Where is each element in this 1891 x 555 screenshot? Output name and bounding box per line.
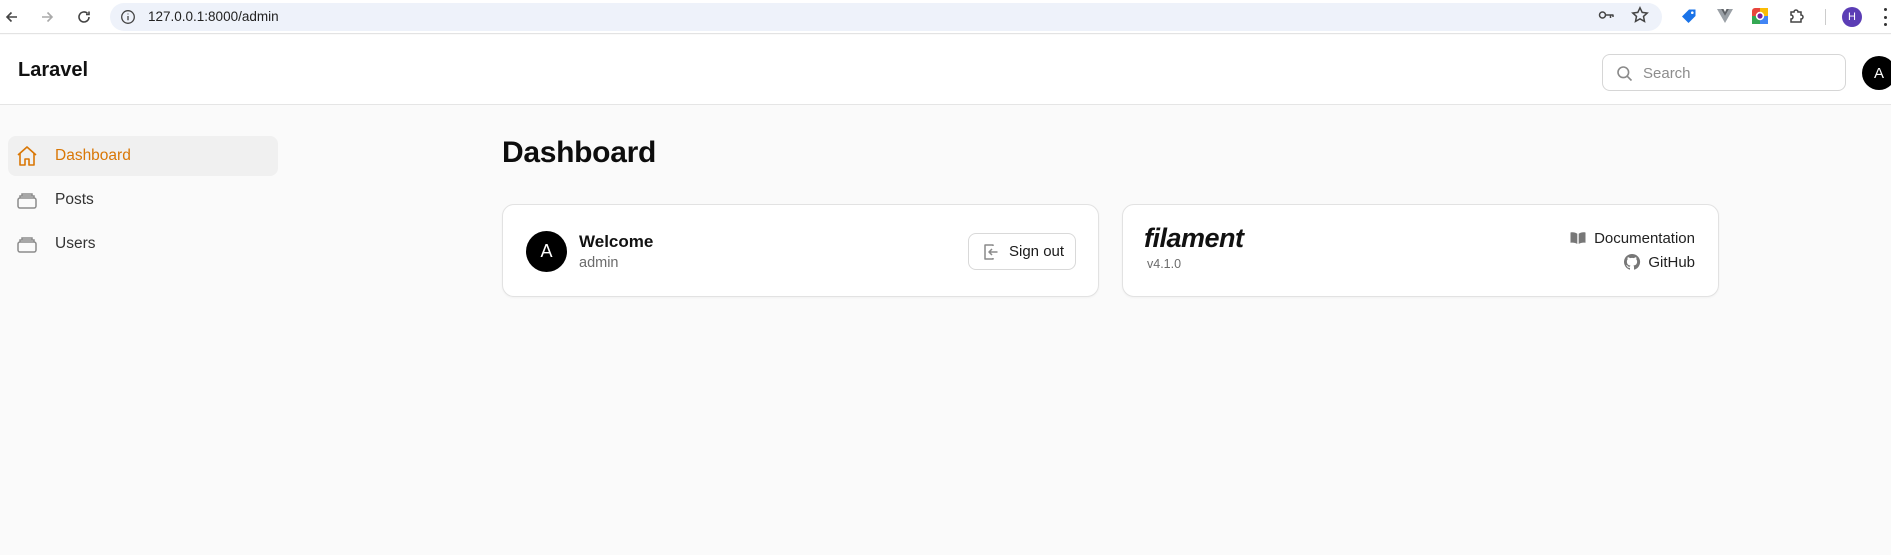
collection-icon xyxy=(17,237,37,253)
sign-out-button[interactable]: Sign out xyxy=(968,233,1076,270)
sidebar-item-posts[interactable]: Posts xyxy=(8,180,278,220)
welcome-title: Welcome xyxy=(579,232,654,251)
sign-out-icon xyxy=(984,243,998,260)
toolbar-divider xyxy=(1825,9,1826,25)
back-button[interactable] xyxy=(0,5,24,29)
documentation-link[interactable]: Documentation xyxy=(1569,229,1695,247)
back-arrow-icon xyxy=(5,11,17,23)
sidebar-item-label: Users xyxy=(55,235,96,252)
search-input[interactable] xyxy=(1643,63,1833,83)
extension-tag-icon[interactable] xyxy=(1680,7,1698,25)
address-bar[interactable]: 127.0.0.1:8000/admin xyxy=(110,3,1662,31)
browser-profile-avatar[interactable]: H xyxy=(1842,7,1862,27)
browser-toolbar: 127.0.0.1:8000/admin H xyxy=(0,0,1891,34)
extension-color-icon[interactable] xyxy=(1751,7,1769,25)
extension-vue-icon[interactable] xyxy=(1716,7,1734,25)
sidebar-item-label: Posts xyxy=(55,191,94,208)
github-link[interactable]: GitHub xyxy=(1623,253,1695,271)
filament-logo[interactable]: filament xyxy=(1144,223,1244,254)
app-topbar: Laravel A xyxy=(0,35,1891,105)
global-search[interactable] xyxy=(1602,54,1846,91)
page-title: Dashboard xyxy=(502,136,656,169)
extensions-puzzle-icon[interactable] xyxy=(1788,7,1806,25)
welcome-username: admin xyxy=(579,255,619,271)
github-label: GitHub xyxy=(1648,253,1695,271)
sidebar-item-dashboard[interactable]: Dashboard xyxy=(8,136,278,176)
collection-icon xyxy=(17,193,37,209)
github-icon xyxy=(1624,253,1641,270)
reload-icon xyxy=(78,11,90,23)
welcome-widget: A Welcome admin Sign out xyxy=(502,204,1099,297)
site-info-icon[interactable] xyxy=(120,9,136,25)
user-menu-avatar[interactable]: A xyxy=(1862,56,1891,90)
reload-button[interactable] xyxy=(72,5,96,29)
sidebar-item-users[interactable]: Users xyxy=(8,224,278,264)
brand-logo[interactable]: Laravel xyxy=(18,59,88,82)
home-icon xyxy=(17,146,37,166)
search-icon xyxy=(1617,66,1633,82)
forward-button[interactable] xyxy=(35,5,59,29)
filament-info-widget: filament v4.1.0 Documentation GitHub xyxy=(1122,204,1719,297)
password-key-icon[interactable] xyxy=(1597,6,1615,24)
avatar: A xyxy=(526,231,567,272)
documentation-label: Documentation xyxy=(1594,229,1695,247)
filament-version: v4.1.0 xyxy=(1147,257,1182,271)
forward-arrow-icon xyxy=(42,11,54,23)
sign-out-label: Sign out xyxy=(1009,243,1065,260)
book-open-icon xyxy=(1570,232,1586,244)
sidebar-item-label: Dashboard xyxy=(55,147,131,164)
browser-menu-icon[interactable] xyxy=(1882,8,1888,26)
url-text: 127.0.0.1:8000/admin xyxy=(148,9,279,24)
bookmark-star-icon[interactable] xyxy=(1631,6,1649,24)
